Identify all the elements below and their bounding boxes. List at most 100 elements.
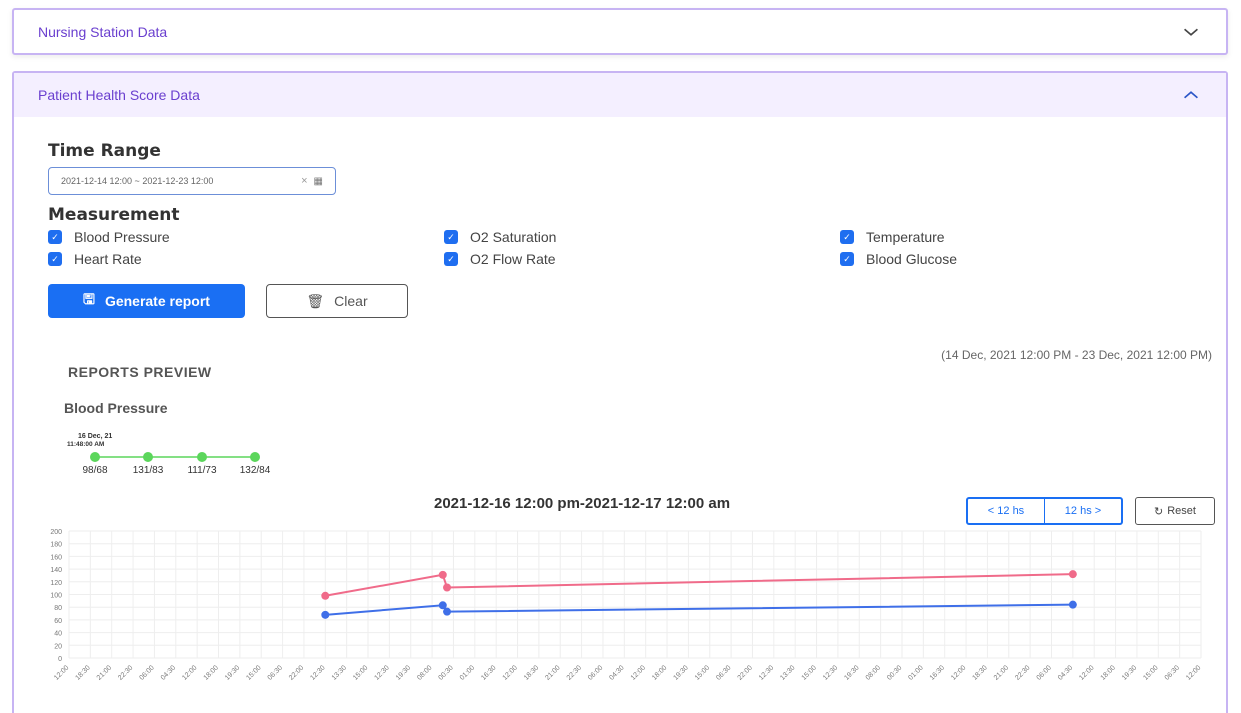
mini-tooltip-date: 16 Dec, 21	[78, 433, 112, 440]
checkbox-label: O2 Saturation	[470, 229, 557, 245]
x-tick-label: 04:30	[160, 664, 177, 681]
save-icon: 🖫	[83, 291, 95, 307]
x-tick-label: 22:30	[1014, 664, 1031, 681]
clear-label: Clear	[334, 293, 368, 309]
x-tick-label: 16:30	[929, 664, 946, 681]
x-tick-label: 06:30	[715, 664, 732, 681]
y-tick-label: 180	[50, 542, 62, 549]
x-tick-label: 06:00	[139, 664, 156, 681]
data-point	[1068, 570, 1077, 579]
reports-preview-title: REPORTS PREVIEW	[68, 364, 212, 380]
x-tick-label: 12:00	[630, 664, 647, 681]
page: Nursing Station Data Patient Health Scor…	[0, 0, 1241, 713]
x-tick-label: 00:30	[886, 664, 903, 681]
y-tick-label: 100	[50, 593, 62, 600]
x-tick-label: 18:00	[203, 664, 220, 681]
x-tick-label: 18:00	[1100, 664, 1117, 681]
x-tick-label: 00:30	[438, 664, 455, 681]
x-tick-label: 22:30	[117, 664, 134, 681]
clear-button[interactable]: 🗑 Clear	[266, 284, 408, 318]
checkbox-label: Blood Glucose	[866, 251, 958, 267]
x-tick-label: 16:30	[480, 664, 497, 681]
x-tick-label: 22:30	[566, 664, 583, 681]
time-range-picker[interactable]: 2021-12-14 12:00 ~ 2021-12-23 12:00 × ▦	[48, 167, 336, 195]
patient-health-header[interactable]: Patient Health Score Data	[14, 73, 1226, 117]
x-tick-label: 12:30	[822, 664, 839, 681]
checkbox-label: O2 Flow Rate	[470, 251, 556, 267]
mini-reading: 98/68	[82, 465, 107, 476]
x-tick-label: 12:30	[309, 664, 326, 681]
y-tick-label: 120	[50, 580, 62, 587]
checkbox-checked-icon: ✓	[444, 252, 458, 266]
y-tick-label: 0	[58, 656, 62, 663]
x-tick-label: 18:30	[523, 664, 540, 681]
checkbox-heart-rate[interactable]: ✓ Heart Rate	[48, 251, 142, 267]
x-tick-label: 22:00	[737, 664, 754, 681]
data-point	[1068, 600, 1077, 609]
x-tick-label: 21:00	[544, 664, 561, 681]
chart-title: 2021-12-16 12:00 pm-2021-12-17 12:00 am	[434, 495, 731, 512]
calendar-icon[interactable]: ▦	[314, 176, 323, 187]
patient-health-title: Patient Health Score Data	[38, 87, 200, 103]
checkbox-checked-icon: ✓	[840, 230, 854, 244]
x-tick-label: 19:30	[843, 664, 860, 681]
x-tick-label: 18:30	[74, 664, 91, 681]
y-tick-label: 20	[54, 643, 62, 650]
x-tick-label: 19:30	[1121, 664, 1138, 681]
x-tick-label: 15:00	[245, 664, 262, 681]
data-point	[321, 610, 330, 619]
prev-12hs-button[interactable]: < 12 hs	[968, 499, 1044, 523]
x-tick-label: 12:30	[373, 664, 390, 681]
clear-range-icon[interactable]: ×	[301, 175, 307, 187]
checkbox-o2-saturation[interactable]: ✓ O2 Saturation	[444, 229, 556, 245]
data-point	[443, 583, 452, 592]
time-nav-group: < 12 hs 12 hs >	[966, 497, 1123, 525]
x-tick-label: 15:00	[352, 664, 369, 681]
x-tick-label: 01:00	[907, 664, 924, 681]
y-tick-label: 140	[50, 567, 62, 574]
x-tick-label: 06:30	[267, 664, 284, 681]
x-tick-label: 13:30	[779, 664, 796, 681]
checkbox-o2-flow-rate[interactable]: ✓ O2 Flow Rate	[444, 251, 556, 267]
chevron-down-icon[interactable]	[1180, 21, 1202, 43]
data-point	[321, 591, 330, 600]
next-12hs-button[interactable]: 12 hs >	[1044, 499, 1121, 523]
checkbox-checked-icon: ✓	[48, 252, 62, 266]
mini-tooltip-time: 11:48:00 AM	[67, 441, 104, 448]
reset-button[interactable]: ↻ Reset	[1135, 497, 1215, 525]
measurement-label: Measurement	[48, 205, 180, 225]
x-tick-label: 06:00	[1036, 664, 1053, 681]
y-tick-label: 160	[50, 554, 62, 561]
series-line	[325, 603, 1073, 616]
x-tick-label: 18:30	[971, 664, 988, 681]
x-tick-label: 18:00	[651, 664, 668, 681]
checkbox-checked-icon: ✓	[840, 252, 854, 266]
x-tick-label: 04:30	[608, 664, 625, 681]
chevron-up-icon[interactable]	[1180, 84, 1202, 106]
checkbox-blood-glucose[interactable]: ✓ Blood Glucose	[840, 251, 957, 267]
x-tick-label: 13:30	[331, 664, 348, 681]
y-tick-label: 60	[54, 618, 62, 625]
y-tick-label: 80	[54, 605, 62, 612]
x-tick-label: 06:30	[1164, 664, 1181, 681]
generate-report-label: Generate report	[104, 293, 210, 309]
x-tick-label: 12:00	[1185, 664, 1202, 681]
checkbox-label: Temperature	[866, 229, 945, 245]
mini-reading: 111/73	[187, 465, 217, 476]
x-tick-label: 08:00	[865, 664, 882, 681]
x-tick-label: 15:00	[694, 664, 711, 681]
mini-bp-chart: 16 Dec, 21 11:48:00 AM 98/68 131/83 111/…	[67, 433, 271, 476]
blood-pressure-title: Blood Pressure	[64, 400, 168, 416]
checkbox-checked-icon: ✓	[444, 230, 458, 244]
patient-health-panel: Patient Health Score Data Time Range 202…	[12, 71, 1228, 713]
checkbox-temperature[interactable]: ✓ Temperature	[840, 229, 945, 245]
generate-report-button[interactable]: 🖫 Generate report	[48, 284, 245, 318]
series-line	[325, 573, 1073, 597]
nursing-station-header[interactable]: Nursing Station Data	[14, 10, 1226, 54]
time-range-label: Time Range	[48, 141, 161, 161]
nursing-station-title: Nursing Station Data	[38, 24, 168, 40]
x-tick-label: 12:30	[758, 664, 775, 681]
checkbox-blood-pressure[interactable]: ✓ Blood Pressure	[48, 229, 170, 245]
x-tick-label: 22:00	[288, 664, 305, 681]
nursing-station-panel[interactable]: Nursing Station Data	[12, 8, 1228, 55]
